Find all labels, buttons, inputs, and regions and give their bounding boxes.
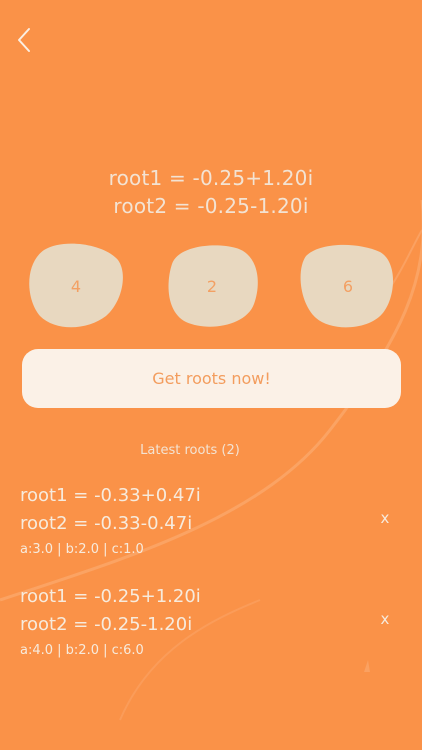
- get-roots-button[interactable]: Get roots now!: [22, 349, 401, 408]
- history-entry-root2: root2 = -0.25-1.20i: [20, 614, 193, 635]
- coefficient-a-value: 4: [70, 276, 82, 296]
- coefficient-a-input[interactable]: 4: [26, 242, 126, 330]
- current-result: root1 = -0.25+1.20i root2 = -0.25-1.20i: [0, 164, 422, 220]
- coefficient-b-input[interactable]: 2: [162, 242, 262, 330]
- history-entry: root1 = -0.33+0.47i root2 = -0.33-0.47i …: [20, 482, 402, 564]
- chevron-left-icon: [18, 28, 30, 52]
- app-screen: root1 = -0.25+1.20i root2 = -0.25-1.20i …: [0, 0, 422, 750]
- back-button[interactable]: [12, 26, 36, 54]
- history-entry-coefficients: a:3.0 | b:2.0 | c:1.0: [20, 542, 144, 557]
- delete-entry-button[interactable]: x: [376, 609, 394, 629]
- history-entry-root2: root2 = -0.33-0.47i: [20, 513, 193, 534]
- history-title: Latest roots (2): [140, 443, 240, 458]
- coefficient-c-input[interactable]: 6: [298, 242, 398, 330]
- delete-entry-button[interactable]: x: [376, 508, 394, 528]
- history-entry-root1: root1 = -0.25+1.20i: [20, 586, 201, 607]
- result-root1: root1 = -0.25+1.20i: [108, 166, 314, 190]
- result-root2: root2 = -0.25-1.20i: [113, 194, 309, 218]
- history-entry-coefficients: a:4.0 | b:2.0 | c:6.0: [20, 643, 144, 658]
- coefficient-c-value: 6: [342, 276, 354, 296]
- history-entry: root1 = -0.25+1.20i root2 = -0.25-1.20i …: [20, 583, 402, 665]
- coefficient-b-value: 2: [206, 276, 218, 296]
- history-entry-root1: root1 = -0.33+0.47i: [20, 485, 201, 506]
